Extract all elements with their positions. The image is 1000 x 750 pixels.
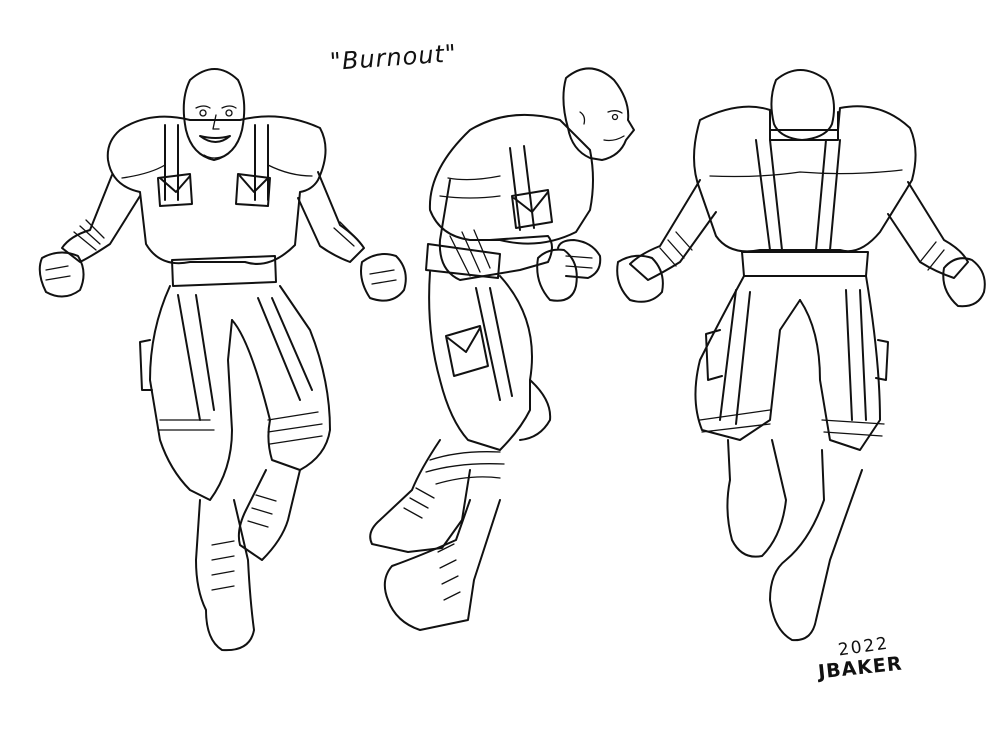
figure-side-view (369, 67, 635, 631)
figure-front-view (38, 68, 407, 652)
figure-back-view (616, 69, 986, 642)
character-turnaround-sheet: "Burnout" 2022 JBAKER (0, 0, 1000, 750)
line-art-canvas (38, 67, 986, 652)
